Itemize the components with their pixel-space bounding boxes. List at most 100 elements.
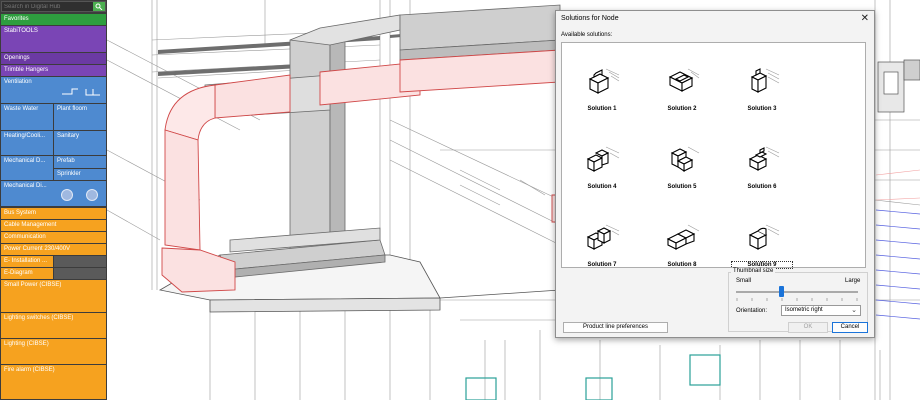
blue-ductwork xyxy=(875,209,920,320)
orientation-select[interactable]: Isometric right ⌄ xyxy=(781,305,861,316)
solution-label: Solution 5 xyxy=(667,184,697,190)
tab-sanitary-label: Sanitary xyxy=(57,133,80,139)
solution-1[interactable]: Solution 1 xyxy=(572,63,632,123)
tab-e-installation[interactable]: E- Installation ... xyxy=(1,256,53,267)
red-lines-right xyxy=(875,169,920,201)
product-line-preferences-button[interactable]: Product line preferences xyxy=(563,322,668,333)
solution-label: Solution 8 xyxy=(667,262,697,268)
tab-heating-cooling-label: Heating/Cooli... xyxy=(4,133,46,139)
solution-3[interactable]: Solution 3 xyxy=(732,63,792,123)
tab-power-current[interactable]: Power Current 230/400V xyxy=(1,244,106,255)
available-solutions-label: Available solutions: xyxy=(561,32,613,38)
solution-label: Solution 7 xyxy=(587,262,617,268)
duct-fitting-icon xyxy=(666,224,700,250)
ok-button[interactable]: OK xyxy=(788,322,828,333)
tab-favorites-label: Favorites xyxy=(4,16,29,22)
tab-sprinkler-label: Sprinkler xyxy=(57,171,81,177)
tab-small-power-label: Small Power (CIBSE) xyxy=(4,282,62,288)
tab-sanitary[interactable]: Sanitary xyxy=(54,131,106,155)
solution-label: Solution 2 xyxy=(667,106,697,112)
tab-communication[interactable]: Communication xyxy=(1,232,106,243)
tab-lighting-switches-label: Lighting switches (CIBSE) xyxy=(4,315,74,321)
duct-fitting-icon xyxy=(670,146,700,173)
mechanical-tool-button-1[interactable] xyxy=(61,189,73,201)
large-label: Large xyxy=(845,278,861,284)
tab-fire-alarm-label: Fire alarm (CIBSE) xyxy=(4,367,55,373)
search-icon xyxy=(95,3,103,10)
tab-trimble-hangers-label: Trimble Hangers xyxy=(4,67,49,73)
duct-fitting-icon xyxy=(750,68,780,93)
solution-8[interactable]: Solution 8 xyxy=(652,219,712,279)
tab-lighting[interactable]: Lighting (CIBSE) xyxy=(1,339,106,364)
tab-waste-water-label: Waste Water xyxy=(4,106,39,112)
tab-sprinkler[interactable]: Sprinkler xyxy=(54,169,106,180)
tab-fire-alarm[interactable]: Fire alarm (CIBSE) xyxy=(1,365,106,399)
duct-fitting-icon xyxy=(668,68,700,92)
orientation-label: Orientation: xyxy=(736,308,768,314)
tab-waste-water[interactable]: Waste Water xyxy=(1,104,53,130)
tab-empty-slot-2 xyxy=(54,268,106,279)
tab-stabitools-label: StabiTOOLS xyxy=(4,28,38,34)
solution-label: Solution 6 xyxy=(747,184,777,190)
tab-cable-management-label: Cable Management xyxy=(4,222,57,228)
tab-trimble-hangers[interactable]: Trimble Hangers xyxy=(1,65,106,76)
solution-2[interactable]: Solution 2 xyxy=(652,63,712,123)
solution-4[interactable]: Solution 4 xyxy=(572,141,632,201)
search-input[interactable] xyxy=(4,2,92,11)
tab-bus-system-label: Bus System xyxy=(4,210,37,216)
mechanical-tool-button-2[interactable] xyxy=(86,189,98,201)
tab-mechanical-d1-label: Mechanical D... xyxy=(4,158,46,164)
close-icon[interactable]: ✕ xyxy=(861,13,869,24)
thumbnail-size-slider-track[interactable] xyxy=(736,291,858,293)
tool-palette: Favorites StabiTOOLS Openings Trimble Ha… xyxy=(0,0,107,400)
cancel-button[interactable]: Cancel xyxy=(832,322,868,333)
solutions-dialog: Solutions for Node ✕ Available solutions… xyxy=(555,10,875,338)
search-button[interactable] xyxy=(93,2,105,11)
solutions-list: Solution 1 Solution 2 Solution 3 Solutio… xyxy=(561,42,866,269)
solution-5[interactable]: Solution 5 xyxy=(652,141,712,201)
tab-lighting-label: Lighting (CIBSE) xyxy=(4,341,49,347)
tab-openings[interactable]: Openings xyxy=(1,53,106,64)
teal-markers xyxy=(465,354,721,400)
tab-plant-floom-label: Plant floom xyxy=(57,106,88,112)
slider-ticks xyxy=(736,298,858,301)
solution-label: Solution 3 xyxy=(747,106,777,112)
tab-heating-cooling[interactable]: Heating/Cooli... xyxy=(1,131,53,155)
tab-openings-label: Openings xyxy=(4,55,30,61)
duct-fitting-icon xyxy=(588,68,620,94)
tab-empty-slot xyxy=(54,256,106,267)
duct-fitting-icon xyxy=(586,146,620,172)
solution-7[interactable]: Solution 7 xyxy=(572,219,632,279)
solution-label: Solution 1 xyxy=(587,106,617,112)
tab-communication-label: Communication xyxy=(4,234,46,240)
tab-stabitools[interactable]: StabiTOOLS xyxy=(1,26,106,52)
tab-e-diagram[interactable]: E-Diagram xyxy=(1,268,53,279)
tab-prefab[interactable]: Prefab xyxy=(54,156,106,168)
duct-fitting-icon xyxy=(748,146,780,171)
ventilation-duct-icon[interactable] xyxy=(60,86,104,98)
solution-label: Solution 4 xyxy=(587,184,617,190)
tab-cable-management[interactable]: Cable Management xyxy=(1,220,106,231)
equipment-right xyxy=(877,59,920,113)
tab-mechanical-d1[interactable]: Mechanical D... xyxy=(1,156,53,180)
tab-plant-floom[interactable]: Plant floom xyxy=(54,104,106,130)
small-label: Small xyxy=(736,278,752,284)
tab-mechanical-d2-label: Mechanical Di... xyxy=(4,183,47,189)
duct-fitting-icon xyxy=(586,224,620,250)
tab-lighting-switches[interactable]: Lighting switches (CIBSE) xyxy=(1,313,106,338)
tab-prefab-label: Prefab xyxy=(57,158,75,164)
tab-favorites[interactable]: Favorites xyxy=(1,14,106,25)
chevron-down-icon: ⌄ xyxy=(851,307,857,314)
thumbnail-size-slider-thumb[interactable] xyxy=(779,286,785,297)
tab-e-installation-label: E- Installation ... xyxy=(4,258,48,264)
orientation-value: Isometric right xyxy=(785,307,823,313)
dialog-title: Solutions for Node xyxy=(561,15,619,22)
tab-small-power[interactable]: Small Power (CIBSE) xyxy=(1,280,106,312)
tab-bus-system[interactable]: Bus System xyxy=(1,208,106,219)
search-box[interactable] xyxy=(1,1,106,12)
solution-6[interactable]: Solution 6 xyxy=(732,141,792,201)
thumbnail-size-label: Thumbnail size xyxy=(731,268,776,274)
tab-power-current-label: Power Current 230/400V xyxy=(4,246,71,252)
tab-e-diagram-label: E-Diagram xyxy=(4,270,33,276)
duct-fitting-icon xyxy=(748,224,780,250)
